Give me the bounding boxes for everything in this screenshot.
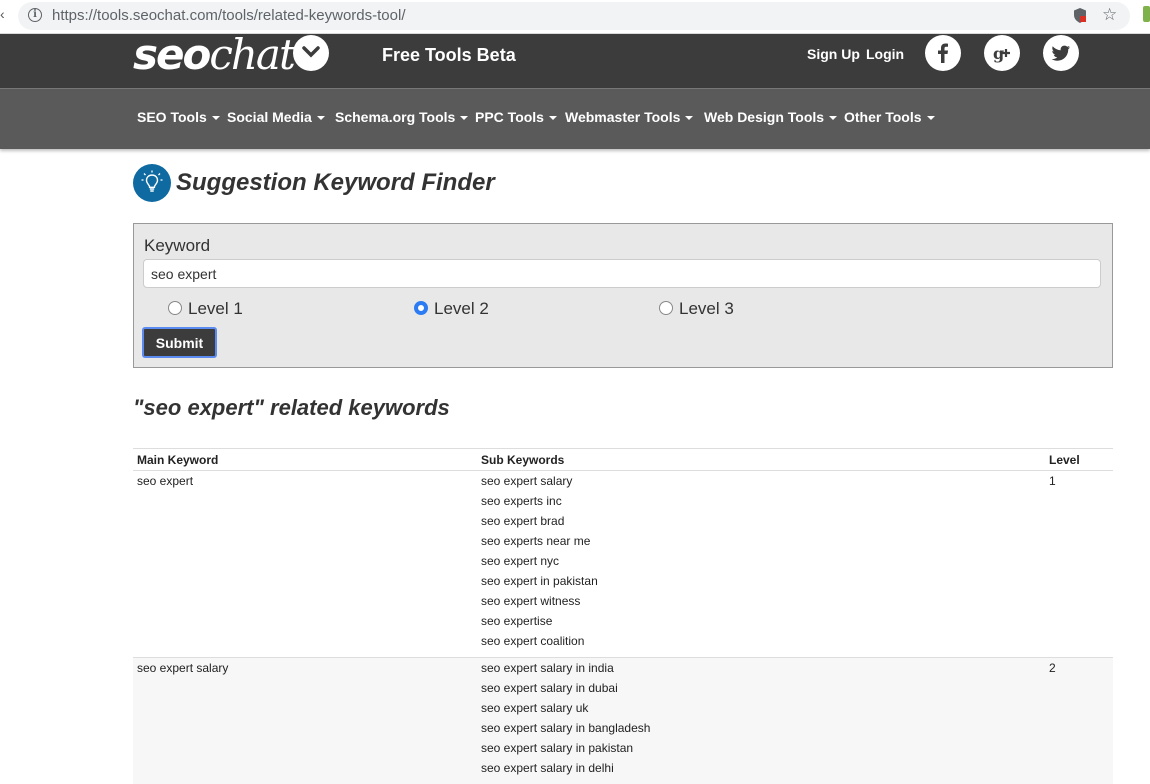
site-header: seochat Free Tools Beta Sign Up Login g bbox=[0, 34, 1150, 88]
sub-keyword: seo expert brad bbox=[481, 514, 1041, 534]
facebook-glyph bbox=[925, 35, 961, 71]
seochat-logo[interactable]: seochat bbox=[133, 30, 294, 79]
sub-keyword-list: seo expert salary seo experts inc seo ex… bbox=[481, 474, 1041, 654]
main-nav: SEO Tools Social Media Schema.org Tools … bbox=[0, 88, 1150, 149]
sub-keyword: seo expert salary uk bbox=[481, 701, 1041, 721]
submit-button[interactable]: Submit bbox=[142, 327, 217, 358]
sub-keyword: seo experts near me bbox=[481, 534, 1041, 554]
google-plus-icon[interactable]: g bbox=[984, 35, 1020, 71]
login-link[interactable]: Login bbox=[866, 46, 904, 62]
twitter-icon[interactable] bbox=[1043, 35, 1079, 71]
radio-checked-icon bbox=[414, 301, 428, 315]
lightbulb-glyph bbox=[141, 170, 163, 196]
radio-unchecked-icon bbox=[168, 301, 182, 315]
main-keyword-cell: seo expert salary bbox=[133, 658, 477, 784]
caret-down-icon bbox=[212, 116, 220, 120]
logo-dropdown-button[interactable] bbox=[293, 35, 329, 71]
sub-keyword-list: seo expert salary in india seo expert sa… bbox=[481, 661, 1041, 781]
column-header-sub-keywords: Sub Keywords bbox=[477, 449, 1045, 471]
level-cell: 2 bbox=[1045, 658, 1113, 784]
main-keyword-cell: seo expert bbox=[133, 471, 477, 658]
sub-keyword: seo expert salary in india bbox=[481, 661, 1041, 681]
site-info-icon[interactable]: i bbox=[28, 8, 42, 22]
results-table: Main Keyword Sub Keywords Level seo expe… bbox=[133, 448, 1113, 784]
sub-keyword: seo expert coalition bbox=[481, 634, 1041, 654]
nav-schema-org-tools[interactable]: Schema.org Tools bbox=[335, 109, 468, 125]
sub-keyword: seo expert nyc bbox=[481, 554, 1041, 574]
sub-keyword: seo expertise bbox=[481, 614, 1041, 634]
tagline: Free Tools Beta bbox=[382, 45, 516, 66]
bookmark-star-icon[interactable]: ☆ bbox=[1102, 5, 1117, 25]
reload-icon[interactable]: ‹ bbox=[0, 6, 5, 22]
sub-keyword: seo expert salary in dubai bbox=[481, 681, 1041, 701]
caret-down-icon bbox=[927, 116, 935, 120]
caret-down-icon bbox=[317, 116, 325, 120]
sub-keyword: seo expert salary in delhi bbox=[481, 761, 1041, 781]
chevron-down-icon bbox=[302, 46, 320, 58]
results-heading: "seo expert" related keywords bbox=[133, 395, 450, 421]
page-title: Suggestion Keyword Finder bbox=[176, 169, 495, 197]
sub-keywords-cell: seo expert salary in india seo expert sa… bbox=[477, 658, 1045, 784]
nav-social-media[interactable]: Social Media bbox=[227, 109, 325, 125]
table-row: seo expert seo expert salary seo experts… bbox=[133, 471, 1113, 658]
sub-keyword: seo expert witness bbox=[481, 594, 1041, 614]
caret-down-icon bbox=[829, 116, 837, 120]
sign-up-link[interactable]: Sign Up bbox=[807, 46, 860, 62]
url-text[interactable]: https://tools.seochat.com/tools/related-… bbox=[52, 7, 406, 24]
twitter-bird-glyph bbox=[1043, 35, 1079, 71]
google-plus-glyph: g bbox=[984, 35, 1020, 71]
table-row: seo expert salary seo expert salary in i… bbox=[133, 658, 1113, 784]
sub-keywords-cell: seo expert salary seo experts inc seo ex… bbox=[477, 471, 1045, 658]
lightbulb-icon bbox=[133, 164, 171, 202]
nav-web-design-tools[interactable]: Web Design Tools bbox=[704, 109, 837, 125]
table-header-row: Main Keyword Sub Keywords Level bbox=[133, 449, 1113, 471]
radio-unchecked-icon bbox=[659, 301, 673, 315]
facebook-icon[interactable] bbox=[925, 35, 961, 71]
caret-down-icon bbox=[460, 116, 468, 120]
sub-keyword: seo expert salary bbox=[481, 474, 1041, 494]
level-cell: 1 bbox=[1045, 471, 1113, 658]
column-header-level: Level bbox=[1045, 449, 1113, 471]
browser-address-bar: ‹ i https://tools.seochat.com/tools/rela… bbox=[0, 0, 1150, 34]
nav-webmaster-tools[interactable]: Webmaster Tools bbox=[565, 109, 693, 125]
omnibox[interactable]: i https://tools.seochat.com/tools/relate… bbox=[18, 2, 1130, 30]
column-header-main-keyword: Main Keyword bbox=[133, 449, 477, 471]
caret-down-icon bbox=[685, 116, 693, 120]
nav-other-tools[interactable]: Other Tools bbox=[844, 109, 935, 125]
keyword-form: Keyword Level 1 Level 2 Level 3 Submit bbox=[133, 223, 1113, 368]
nav-seo-tools[interactable]: SEO Tools bbox=[137, 109, 220, 125]
sub-keyword: seo expert in pakistan bbox=[481, 574, 1041, 594]
nav-ppc-tools[interactable]: PPC Tools bbox=[475, 109, 557, 125]
shield-icon[interactable] bbox=[1074, 8, 1086, 23]
caret-down-icon bbox=[549, 116, 557, 120]
keyword-label: Keyword bbox=[144, 236, 210, 256]
sub-keyword: seo expert salary in pakistan bbox=[481, 741, 1041, 761]
sub-keyword: seo experts inc bbox=[481, 494, 1041, 514]
extension-icon[interactable] bbox=[1143, 6, 1150, 22]
sub-keyword: seo expert salary in bangladesh bbox=[481, 721, 1041, 741]
keyword-input[interactable] bbox=[143, 259, 1101, 288]
